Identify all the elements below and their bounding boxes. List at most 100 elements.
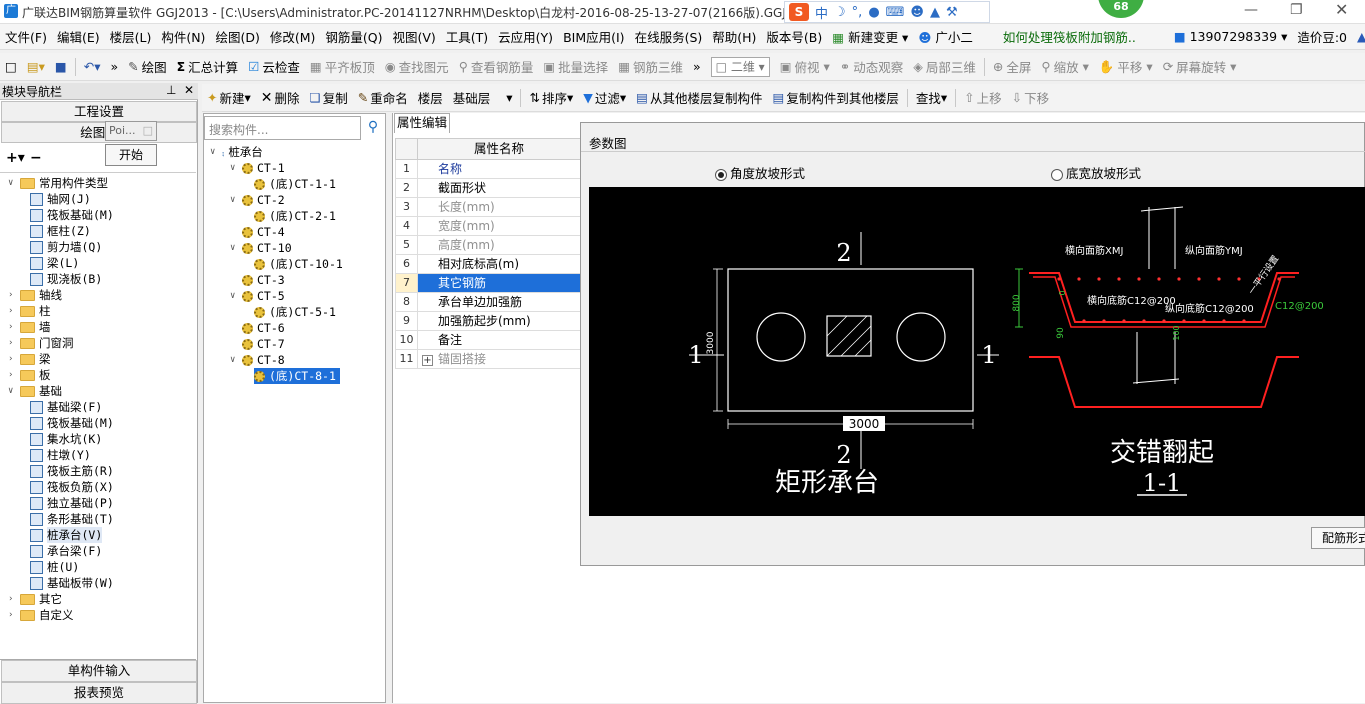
expand-plus-icon[interactable]: + (422, 355, 433, 366)
nav-item[interactable]: 集水坑(K) (30, 431, 102, 447)
top-view-button[interactable]: ▣ 俯视 ▾ (775, 57, 835, 76)
save-icon[interactable]: ■ (50, 59, 72, 74)
component-subitem[interactable]: (底)CT-2-1 (254, 208, 336, 224)
view-rebar-button[interactable]: ⚲ 查看钢筋量 (454, 57, 539, 76)
nav-item[interactable]: 轴网(J) (30, 191, 91, 207)
maximize-icon[interactable]: ❐ (1290, 2, 1303, 18)
component-item[interactable]: CT-3 (230, 272, 285, 288)
sort-button[interactable]: ⇅ 排序 ▾ (524, 88, 578, 107)
local-3d-button[interactable]: ◈ 局部三维 (908, 57, 981, 76)
open-file-icon[interactable]: ▤▾ (22, 59, 50, 74)
new-component-button[interactable]: ✦ 新建 ▾ (202, 88, 256, 107)
chevron-right-icon[interactable]: › (8, 322, 20, 332)
component-subitem[interactable]: (底)CT-10-1 (254, 256, 343, 272)
ime-punct[interactable]: °, (852, 5, 863, 20)
pin-icon[interactable]: ⊥ (166, 83, 176, 97)
nav-item[interactable]: 独立基础(P) (30, 495, 114, 511)
help-tip-link[interactable]: 如何处理筏板附加钢筋.. (998, 27, 1141, 46)
chevron-down-icon[interactable]: ∨ (8, 386, 20, 396)
nav-item[interactable]: 筏板基础(M) (30, 207, 114, 223)
component-search-input[interactable]: 搜索构件... (204, 116, 361, 140)
property-row[interactable]: 11 + 锚固搭接 (395, 350, 581, 369)
property-row[interactable]: 7 其它钢筋 (395, 274, 581, 293)
rebar-3d-button[interactable]: ▦ 钢筋三维 (613, 57, 688, 76)
nav-item[interactable]: 承台梁(F) (30, 543, 102, 559)
nav-item[interactable]: 筏板基础(M) (30, 415, 114, 431)
nav-item[interactable]: 框柱(Z) (30, 223, 91, 239)
rename-button[interactable]: ✎ 重命名 (353, 88, 413, 107)
component-item[interactable]: ∨ CT-5 (230, 288, 285, 304)
menu-bim[interactable]: BIM应用(I) (558, 27, 630, 46)
chevron-right-icon[interactable]: › (8, 610, 20, 620)
property-row[interactable]: 2 截面形状 (395, 179, 581, 198)
property-row[interactable]: 6 相对底标高(m) (395, 255, 581, 274)
menu-version[interactable]: 版本号(B) (761, 27, 827, 46)
shirt-icon[interactable]: ▲ (930, 5, 940, 20)
nav-item[interactable]: 梁(L) (30, 255, 79, 271)
rotate-button[interactable]: ⟳ 屏幕旋转 ▾ (1158, 57, 1242, 76)
nav-close-icon[interactable]: ✕ (184, 83, 194, 97)
account[interactable]: ■ 13907298339 ▾ (1169, 29, 1293, 44)
nav-item[interactable]: 基础板带(W) (30, 575, 114, 591)
menu-assistant[interactable]: ☻ 广小二 (913, 27, 978, 46)
keyboard-icon[interactable]: ⌨ (886, 5, 905, 20)
property-row[interactable]: 5 高度(mm) (395, 236, 581, 255)
project-settings-button[interactable]: 工程设置 (1, 101, 197, 122)
menu-draw[interactable]: 绘图(D) (210, 27, 264, 46)
menu-help[interactable]: 帮助(H) (707, 27, 761, 46)
chevron-down-icon[interactable]: ∨ (230, 163, 242, 173)
move-up-button[interactable]: ⇧ 上移 (959, 88, 1007, 107)
delete-button[interactable]: ✕ 删除 (256, 88, 305, 107)
nav-folder[interactable]: › 轴线 (8, 287, 62, 303)
chevron-down-icon[interactable]: ∨ (210, 147, 222, 157)
flat-slab-button[interactable]: ▦ 平齐板顶 (305, 57, 380, 76)
user-icon[interactable]: ☻ (910, 5, 924, 20)
nav-item[interactable]: 桩承台(V) (30, 527, 103, 543)
property-row[interactable]: 10 备注 (395, 331, 581, 350)
dynamic-view-button[interactable]: ⚭ 动态观察 (835, 57, 909, 76)
component-item[interactable]: ∨ CT-1 (230, 160, 285, 176)
menu-edit[interactable]: 编辑(E) (52, 27, 105, 46)
component-item[interactable]: CT-7 (230, 336, 285, 352)
tab-property-edit[interactable]: 属性编辑 (394, 113, 450, 133)
property-row[interactable]: 9 加强筋起步(mm) (395, 312, 581, 331)
copy-button[interactable]: ❏ 复制 (305, 88, 353, 107)
bell-icon[interactable]: ▲ (1352, 29, 1365, 44)
zoom-button[interactable]: ⚲ 缩放 ▾ (1036, 57, 1093, 76)
property-row[interactable]: 1 名称 (395, 160, 581, 179)
menu-tools[interactable]: 工具(T) (441, 27, 493, 46)
nav-item[interactable]: 筏板负筋(X) (30, 479, 114, 495)
nav-item[interactable]: 剪力墙(Q) (30, 239, 102, 255)
nav-item[interactable]: 条形基础(T) (30, 511, 114, 527)
radio-width-slope[interactable]: 底宽放坡形式 (1051, 163, 1141, 182)
chevron-right-icon[interactable]: › (8, 354, 20, 364)
find-element-button[interactable]: ◉ 查找图元 (380, 57, 454, 76)
nav-item[interactable]: 桩(U) (30, 559, 79, 575)
score-badge[interactable]: 68 (1098, 0, 1144, 18)
menu-file[interactable]: 文件(F) (0, 27, 52, 46)
floor-select[interactable]: 基础层 ▾ (448, 88, 518, 107)
property-row[interactable]: 8 承台单边加强筋 (395, 293, 581, 312)
property-row[interactable]: 3 长度(mm) (395, 198, 581, 217)
move-down-button[interactable]: ⇩ 下移 (1007, 88, 1055, 107)
nav-item[interactable]: 筏板主筋(R) (30, 463, 114, 479)
nav-folder[interactable]: › 墙 (8, 319, 51, 335)
component-subitem[interactable]: (底)CT-8-1 (254, 368, 340, 384)
nav-folder[interactable]: › 门窗洞 (8, 335, 74, 351)
menu-component[interactable]: 构件(N) (156, 27, 210, 46)
nav-folder[interactable]: › 柱 (8, 303, 51, 319)
new-file-icon[interactable]: □ (0, 59, 22, 74)
component-item[interactable]: ∨ CT-10 (230, 240, 292, 256)
nav-folder[interactable]: › 自定义 (8, 607, 74, 623)
menu-modify[interactable]: 修改(M) (265, 27, 321, 46)
summary-button[interactable]: Σ 汇总计算 (172, 57, 244, 76)
config-rebar-button[interactable]: 配筋形式 (1311, 527, 1365, 549)
menu-new-change[interactable]: ▦ 新建变更 ▾ (827, 27, 913, 46)
find-button[interactable]: 查找 ▾ (911, 88, 952, 107)
batch-select-button[interactable]: ▣ 批量选择 (538, 57, 613, 76)
menu-online[interactable]: 在线服务(S) (630, 27, 708, 46)
menu-view[interactable]: 视图(V) (387, 27, 440, 46)
chevron-right-icon[interactable]: › (8, 594, 20, 604)
mic-icon[interactable]: ● (868, 5, 879, 20)
menu-floor[interactable]: 楼层(L) (105, 27, 157, 46)
